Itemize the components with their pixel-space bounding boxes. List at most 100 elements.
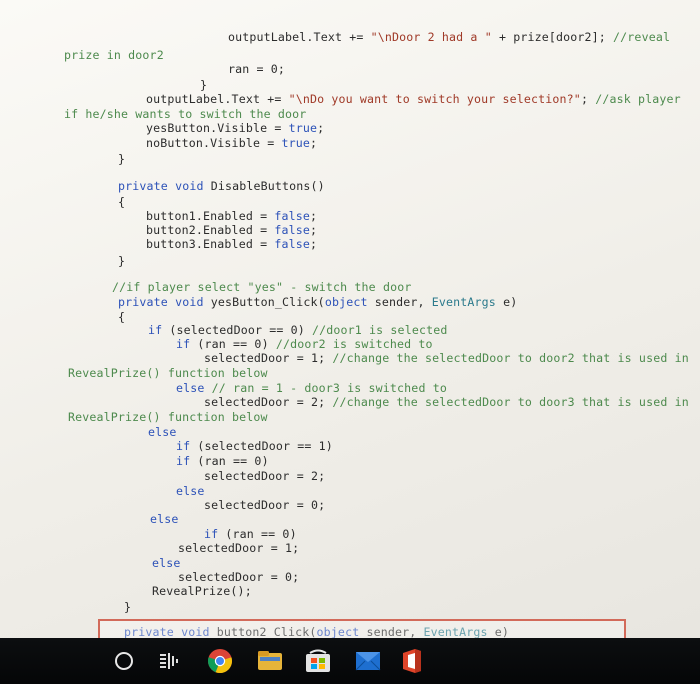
file-explorer-icon[interactable] xyxy=(256,648,284,674)
code-line: if he/she wants to switch the door xyxy=(64,107,306,121)
code-token: } xyxy=(118,254,126,268)
code-line: outputLabel.Text += "\nDo you want to sw… xyxy=(146,92,681,106)
code-token: button1.Enabled = xyxy=(146,209,275,223)
code-token: else xyxy=(152,556,181,570)
code-token: "\nDo you want to switch your selection?… xyxy=(288,92,581,106)
code-token: e) xyxy=(495,295,518,309)
code-line: } xyxy=(118,152,125,166)
code-token: { xyxy=(118,310,126,324)
code-token: } xyxy=(200,78,208,92)
code-line: ran = 0; xyxy=(228,62,285,76)
code-token: false xyxy=(274,237,310,251)
code-token: noButton.Visible = xyxy=(146,136,282,150)
code-line: RevealPrize() function below xyxy=(68,410,268,424)
code-token: true xyxy=(281,136,311,150)
code-line: yesButton.Visible = true; xyxy=(146,121,324,135)
code-line: private void DisableButtons() xyxy=(118,179,325,193)
code-line: } xyxy=(200,78,207,92)
code-token: + prize[door2]; xyxy=(491,30,614,44)
code-line: //if player select "yes" - switch the do… xyxy=(112,280,411,294)
code-line: if (selectedDoor == 1) xyxy=(176,439,333,453)
code-token: if xyxy=(176,454,191,468)
code-line: button3.Enabled = false; xyxy=(146,237,317,251)
code-line: private void yesButton_Click(object send… xyxy=(118,295,517,309)
code-line: if (ran == 0) //door2 is switched to xyxy=(176,337,433,351)
code-token: ran = 0; xyxy=(228,62,286,76)
code-token: (ran == 0) xyxy=(190,454,269,468)
code-token: { xyxy=(118,195,126,209)
code-token: false xyxy=(274,223,310,237)
code-token: ; xyxy=(310,209,318,223)
code-token: sender, xyxy=(367,295,432,309)
code-token: (ran == 0) xyxy=(218,527,297,541)
start-button-icon[interactable] xyxy=(110,648,138,674)
code-token: yesButton.Visible = xyxy=(146,121,289,135)
office-icon[interactable] xyxy=(398,648,426,674)
code-line: selectedDoor = 0; xyxy=(204,498,325,512)
windows-taskbar xyxy=(0,638,700,684)
code-token: RevealPrize(); xyxy=(152,584,252,598)
code-line: prize in door2 xyxy=(64,48,164,62)
code-line: if (ran == 0) xyxy=(176,454,269,468)
code-token: if xyxy=(176,439,191,453)
code-token: if xyxy=(204,527,219,541)
mail-icon[interactable] xyxy=(354,648,382,674)
code-token: void xyxy=(175,295,204,309)
code-token: selectedDoor = 1; xyxy=(204,351,333,365)
code-line: } xyxy=(118,254,125,268)
code-token: if xyxy=(148,323,163,337)
code-line: RevealPrize() function below xyxy=(68,366,268,380)
code-token: "\nDoor 2 had a " xyxy=(370,30,492,44)
code-token: outputLabel.Text += xyxy=(146,92,289,106)
code-token: button2.Enabled = xyxy=(146,223,275,237)
code-token: //door1 is selected xyxy=(312,323,448,337)
code-token: //if player select "yes" - switch the do… xyxy=(112,280,412,294)
code-line: else // ran = 1 - door3 is switched to xyxy=(176,381,447,395)
code-line: if (selectedDoor == 0) //door1 is select… xyxy=(148,323,447,337)
chrome-icon[interactable] xyxy=(206,648,234,674)
code-token: DisableButtons() xyxy=(203,179,325,193)
code-token: if xyxy=(176,337,191,351)
code-line: button2.Enabled = false; xyxy=(146,223,317,237)
code-line: selectedDoor = 2; //change the selectedD… xyxy=(204,395,689,409)
task-view-icon[interactable] xyxy=(155,648,183,674)
code-token: EventArgs xyxy=(431,295,496,309)
code-token: } xyxy=(118,152,126,166)
code-token: ; xyxy=(310,136,318,150)
code-token: button3.Enabled = xyxy=(146,237,275,251)
code-token: else xyxy=(176,484,205,498)
code-token: (selectedDoor == 0) xyxy=(162,323,312,337)
code-editor[interactable]: outputLabel.Text += "\nDoor 2 had a " + … xyxy=(0,0,700,640)
code-line: noButton.Visible = true; xyxy=(146,136,317,150)
code-token: selectedDoor = 0; xyxy=(204,498,326,512)
code-token: //door2 is switched to xyxy=(275,337,433,351)
code-line: else xyxy=(176,484,205,498)
store-icon[interactable] xyxy=(304,648,332,674)
code-token: selectedDoor = 1; xyxy=(178,541,300,555)
code-token: false xyxy=(274,209,310,223)
code-line: RevealPrize(); xyxy=(152,584,252,598)
code-token: ; xyxy=(310,223,318,237)
code-token: void xyxy=(175,179,204,193)
code-token: selectedDoor = 2; xyxy=(204,395,333,409)
photo-of-screen: outputLabel.Text += "\nDoor 2 had a " + … xyxy=(0,0,700,684)
code-token: else xyxy=(176,381,205,395)
code-token: //change the selectedDoor to door3 that … xyxy=(332,395,689,409)
code-line: { xyxy=(118,310,125,324)
code-token: ; xyxy=(310,237,318,251)
code-token: else xyxy=(148,425,177,439)
code-token: //ask player xyxy=(595,92,681,106)
code-line: selectedDoor = 0; xyxy=(178,570,299,584)
line-highlight-box xyxy=(98,619,626,639)
code-token: selectedDoor = 0; xyxy=(178,570,300,584)
code-token: RevealPrize() function below xyxy=(68,410,268,424)
code-line: else xyxy=(150,512,179,526)
code-token: selectedDoor = 2; xyxy=(204,469,326,483)
code-token: true xyxy=(288,121,318,135)
code-line: if (ran == 0) xyxy=(204,527,297,541)
code-token: ; xyxy=(580,92,596,106)
code-token: yesButton_Click( xyxy=(203,295,325,309)
code-token: prize in door2 xyxy=(64,48,164,62)
